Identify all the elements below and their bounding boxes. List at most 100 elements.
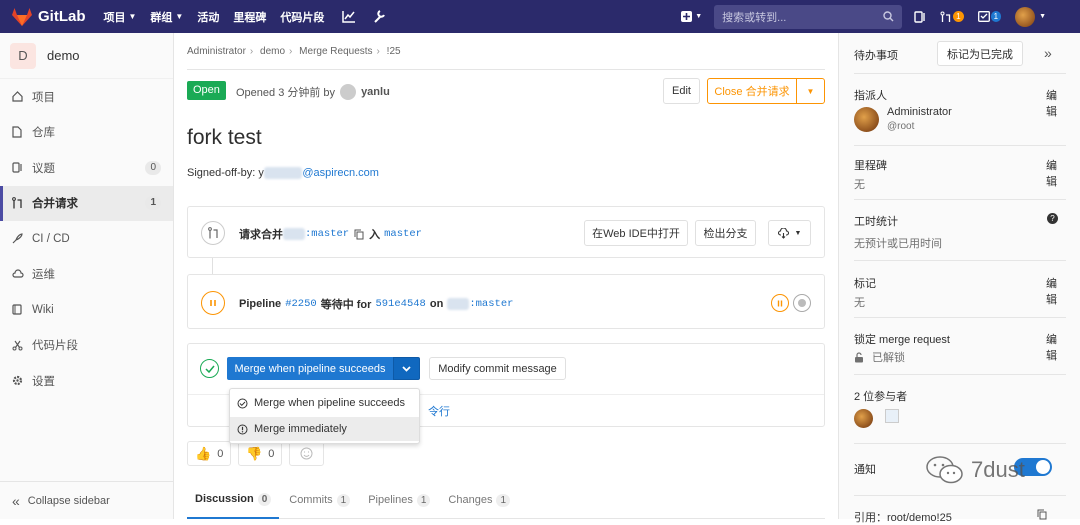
copy-reference-icon[interactable]: [1037, 509, 1047, 523]
edit-button[interactable]: Edit: [663, 78, 700, 104]
labels-value: 无: [854, 297, 865, 309]
wechat-logo-icon: [926, 456, 963, 484]
breadcrumb-project[interactable]: demo: [260, 46, 285, 57]
lock-section: 锁定 merge request 编辑: [854, 331, 1057, 362]
todos-nav-icon[interactable]: 1: [977, 11, 1002, 22]
assignee-username: @root: [887, 121, 915, 132]
tab-count: 1: [496, 493, 511, 507]
thumbs-down-button[interactable]: 👎 0: [238, 441, 283, 466]
cloud-download-icon: [777, 227, 789, 239]
time-tracking-section: 工时统计 ?: [854, 213, 1058, 229]
pipeline-pending-icon[interactable]: [201, 291, 225, 315]
signed-off-email[interactable]: @aspirecn.com: [302, 167, 379, 179]
nav-milestones[interactable]: 里程碑: [233, 9, 266, 25]
sidebar-item-repository[interactable]: 仓库: [0, 115, 173, 151]
chevron-right-icon: ›: [376, 46, 380, 57]
sidebar-item-ci-cd[interactable]: CI / CD: [0, 221, 173, 257]
sidebar-item-wiki[interactable]: Wiki: [0, 292, 173, 328]
sidebar-item-settings[interactable]: 设置: [0, 363, 173, 399]
plus-square-icon: [681, 11, 693, 22]
lock-status: 已解锁: [854, 349, 1054, 365]
expand-sidebar-icon[interactable]: »: [1044, 45, 1052, 61]
watermark-text: 7dust: [971, 457, 1025, 482]
stage-pending-icon[interactable]: [771, 294, 789, 312]
author-name[interactable]: yanlu: [361, 86, 390, 98]
tab-pipelines[interactable]: Pipelines 1: [360, 481, 438, 519]
participant-avatar[interactable]: [854, 409, 873, 428]
stage-created-icon[interactable]: [793, 294, 811, 312]
mr-count-badge: 1: [953, 11, 964, 22]
user-menu[interactable]: ▼: [1015, 6, 1046, 27]
breadcrumb-admin[interactable]: Administrator: [187, 46, 246, 57]
close-mr-button[interactable]: Close 合并请求: [707, 78, 797, 104]
wrench-icon[interactable]: [373, 10, 386, 23]
open-web-ide-button[interactable]: 在Web IDE中打开: [584, 220, 688, 246]
thumbs-up-button[interactable]: 👍 0: [187, 441, 232, 466]
thumbs-down-icon: 👎: [246, 445, 263, 461]
modify-commit-message-button[interactable]: Modify commit message: [429, 357, 566, 380]
tab-changes[interactable]: Changes 1: [440, 481, 518, 519]
participant-avatar-broken-image[interactable]: [885, 409, 899, 423]
assignee-name[interactable]: Administrator: [887, 106, 952, 118]
milestone-section: 里程碑 编辑: [854, 157, 1057, 188]
issuable-sidebar: 待办事项 标记为已完成 » 指派人 编辑 Administrator @root…: [838, 33, 1080, 524]
chart-icon[interactable]: [342, 10, 356, 23]
sidebar-item-label: 仓库: [32, 127, 55, 140]
pipeline-branch[interactable]: :master: [469, 298, 513, 310]
gitlab-logo[interactable]: GitLab: [12, 7, 86, 26]
edit-assignee-link[interactable]: 编辑: [1046, 87, 1057, 119]
sidebar-item-issues[interactable]: 议题 0: [0, 150, 173, 186]
checkout-branch-button[interactable]: 检出分支: [695, 220, 756, 246]
sidebar-item-operations[interactable]: 运维: [0, 257, 173, 293]
tab-commits[interactable]: Commits 1: [281, 481, 358, 519]
search-input[interactable]: 搜索或转到...: [714, 4, 903, 29]
thumbs-up-icon: 👍: [195, 445, 212, 461]
collapse-sidebar-button[interactable]: « Collapse sidebar: [0, 481, 173, 519]
breadcrumb-mr-id[interactable]: !25: [387, 46, 401, 57]
assignee-label: 指派人: [854, 90, 887, 102]
sidebar-item-project[interactable]: 项目: [0, 79, 173, 115]
mr-description: Signed-off-by: yxxxxxxx@aspirecn.com: [187, 167, 379, 179]
divider: [854, 443, 1066, 444]
merge-requests-nav-icon[interactable]: 1: [940, 11, 964, 23]
divider: [187, 69, 825, 70]
sidebar-item-label: CI / CD: [32, 232, 70, 245]
tab-discussion[interactable]: Discussion 0: [187, 481, 280, 519]
commit-sha[interactable]: 591e4548: [375, 298, 425, 310]
branch-info-card: 请求合并 xxxx :master 入 master 在Web IDE中打开 检…: [187, 206, 825, 258]
close-dropdown-toggle[interactable]: ▼: [796, 78, 825, 104]
pipeline-id[interactable]: #2250: [285, 298, 317, 310]
new-dropdown-button[interactable]: ▼: [681, 11, 702, 22]
option-label: Merge immediately: [254, 423, 347, 435]
opened-info: Opened 3 分钟前 by yanlu: [236, 84, 390, 100]
add-reaction-button[interactable]: [289, 441, 324, 466]
sidebar-item-snippets[interactable]: 代码片段: [0, 328, 173, 364]
lock-label: 锁定 merge request: [854, 334, 950, 346]
merge-when-pipeline-succeeds-option[interactable]: Merge when pipeline succeeds: [230, 391, 419, 415]
nav-projects[interactable]: 项目 ▼: [104, 9, 137, 25]
assignee-avatar[interactable]: [854, 107, 879, 132]
command-line-link[interactable]: 令行: [428, 403, 450, 419]
mark-as-done-button[interactable]: 标记为已完成: [937, 41, 1023, 66]
breadcrumb-mrs[interactable]: Merge Requests: [299, 46, 372, 57]
brand-name: GitLab: [38, 8, 86, 25]
merge-immediately-option[interactable]: Merge immediately: [230, 417, 419, 441]
merge-when-pipeline-succeeds-button[interactable]: Merge when pipeline succeeds: [227, 357, 393, 380]
target-branch[interactable]: master: [384, 228, 422, 240]
chevron-down-icon: ▼: [806, 86, 815, 96]
nav-groups[interactable]: 群组 ▼: [150, 9, 183, 25]
opened-text: Opened 3 分钟前 by: [236, 87, 336, 99]
nav-snippets[interactable]: 代码片段: [280, 9, 324, 25]
download-dropdown-button[interactable]: ▼: [768, 220, 811, 246]
source-branch[interactable]: :master: [305, 228, 349, 240]
pipeline-label: Pipeline: [239, 298, 282, 310]
merge-request-icon: [12, 197, 30, 209]
nav-activity[interactable]: 活动: [197, 9, 219, 25]
help-icon[interactable]: ?: [1047, 213, 1058, 224]
issues-nav-icon[interactable]: [914, 10, 926, 23]
project-header[interactable]: D demo: [0, 33, 173, 79]
main-content: Administrator › demo › Merge Requests › !25…: [174, 33, 838, 519]
copy-icon[interactable]: [354, 229, 364, 240]
sidebar-item-merge-requests[interactable]: 合并请求 1: [0, 185, 173, 221]
merge-options-toggle[interactable]: [393, 357, 420, 380]
